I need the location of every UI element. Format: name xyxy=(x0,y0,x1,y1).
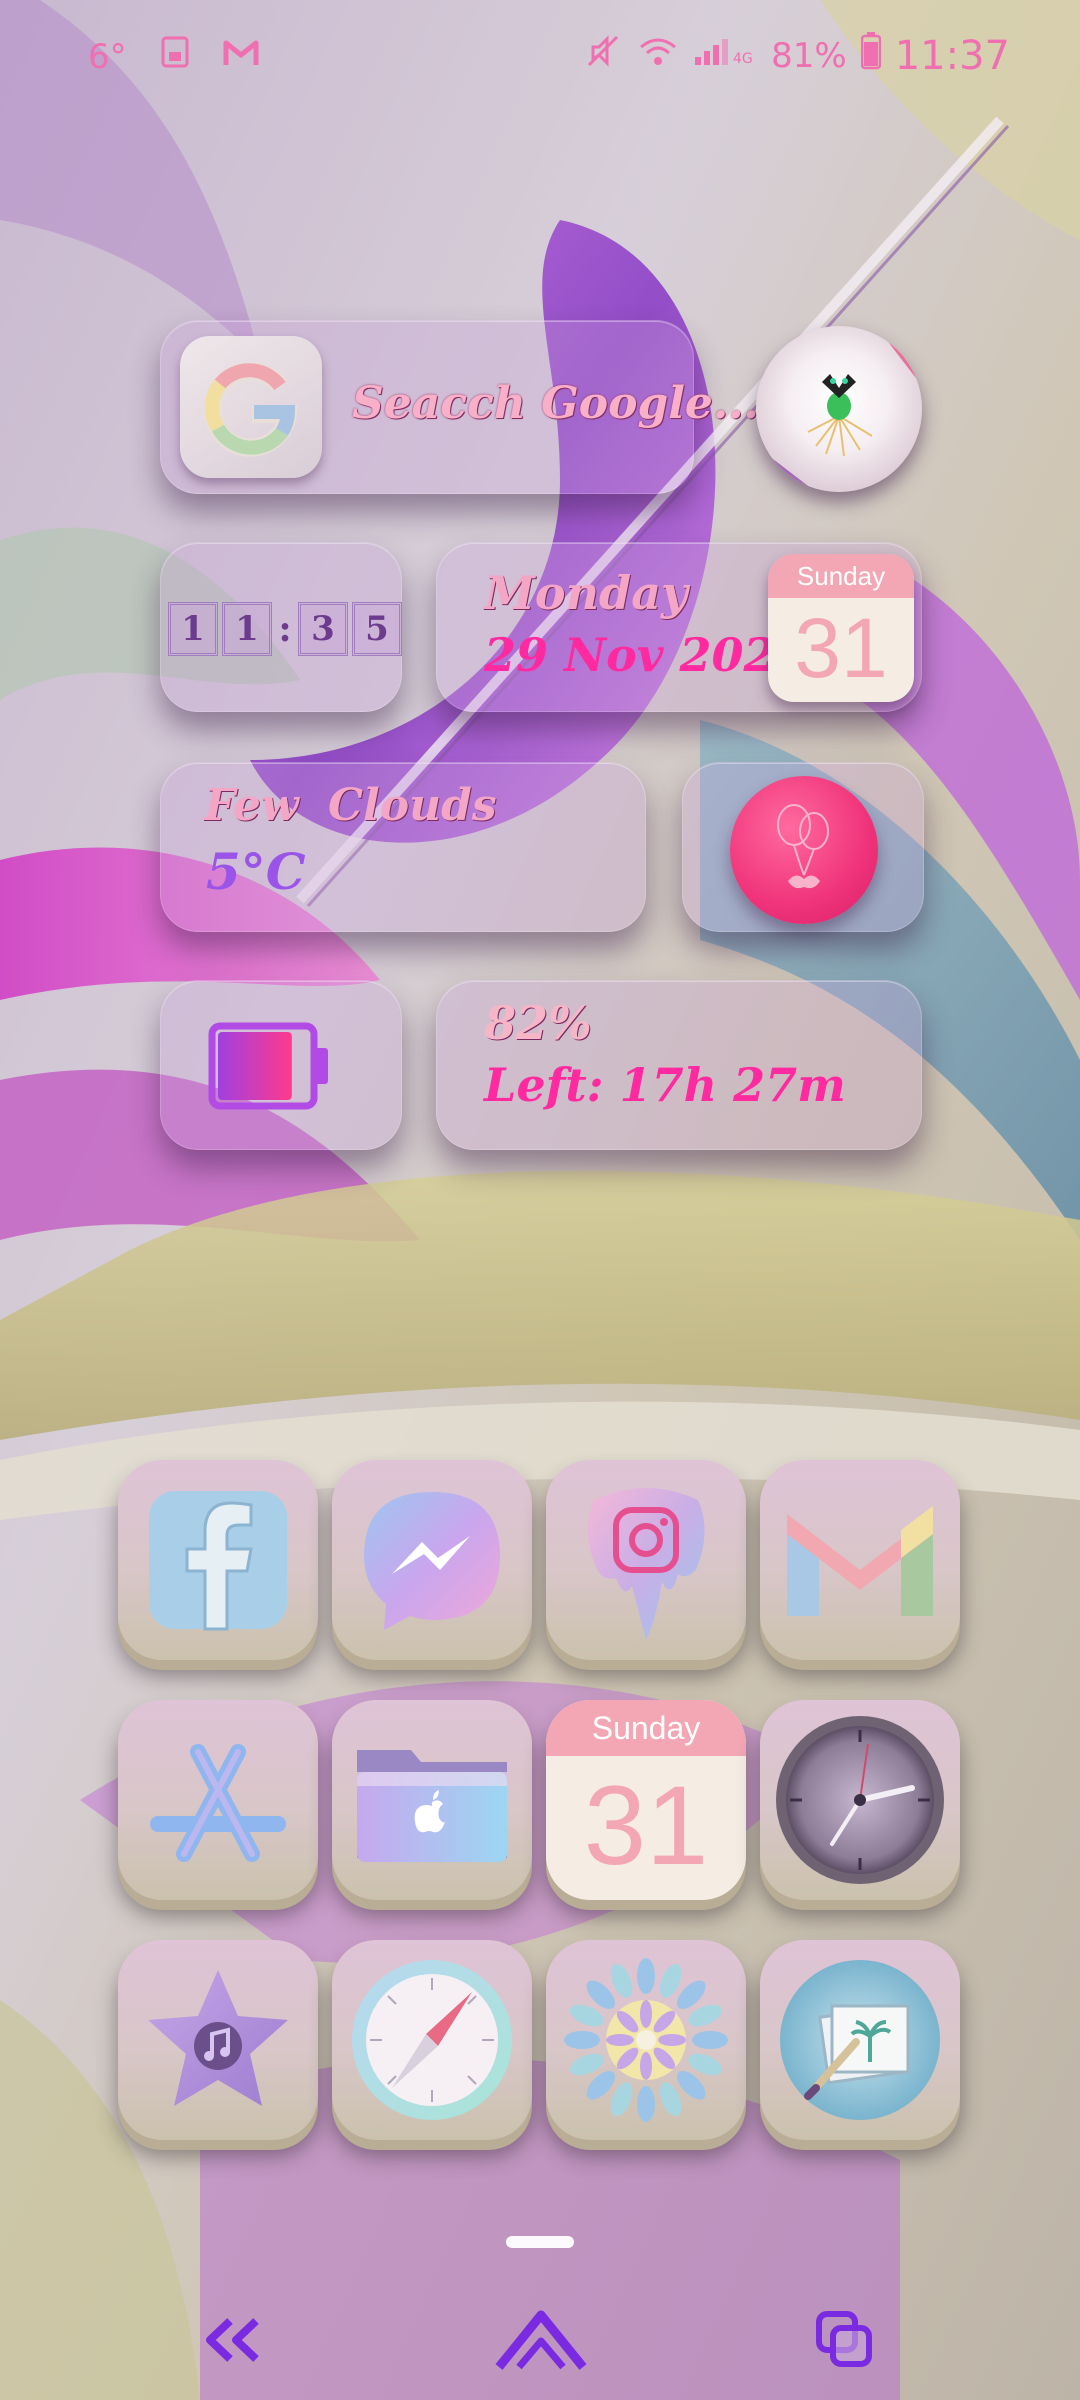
home-triangle-icon xyxy=(495,2310,587,2370)
clock-colon: : xyxy=(278,608,292,650)
weather-temperature: 5°C xyxy=(206,842,306,901)
balloons-icon[interactable] xyxy=(730,776,878,924)
status-bar: 6° 4G 81% 11:37 xyxy=(0,0,1080,110)
battery-level-icon xyxy=(208,1022,332,1114)
keynote-icon xyxy=(780,1960,940,2120)
svg-text:4G: 4G xyxy=(733,51,753,67)
search-label[interactable]: Seacch Google... xyxy=(352,378,759,429)
double-chevron-left-icon xyxy=(206,2318,259,2362)
flower-photo-widget[interactable] xyxy=(756,326,922,492)
gmail-icon xyxy=(223,37,259,77)
status-bar-right: 4G 81% 11:37 xyxy=(585,32,1010,79)
messenger-app[interactable] xyxy=(332,1460,532,1660)
flower-icon xyxy=(564,1958,728,2122)
battery-percent: 81% xyxy=(771,35,847,76)
battery-percent-label: 82% xyxy=(484,996,592,1050)
recents-icon xyxy=(816,2311,872,2367)
day-of-week: Monday xyxy=(484,566,688,620)
clock-digit: 3 xyxy=(298,602,348,656)
home-button[interactable] xyxy=(486,2300,596,2380)
calendar-widget[interactable]: Sunday 31 xyxy=(768,554,914,702)
home-indicator[interactable] xyxy=(506,2236,574,2248)
mute-icon xyxy=(585,33,623,78)
compass-icon xyxy=(352,1960,512,2120)
clock-digit: 5 xyxy=(352,602,402,656)
calendar-app-day-number: 31 xyxy=(583,1763,709,1888)
clock-digit: 1 xyxy=(168,602,218,656)
calendar-app[interactable]: Sunday 31 xyxy=(546,1700,746,1900)
battery-fill xyxy=(218,1032,292,1100)
temperature-indicator: 6° xyxy=(88,36,127,77)
wifi-call-icon xyxy=(637,33,679,78)
star-music-icon xyxy=(148,1970,288,2106)
instagram-app[interactable] xyxy=(546,1460,746,1660)
safari-app[interactable] xyxy=(332,1940,532,2140)
clock-app[interactable] xyxy=(760,1700,960,1900)
keynote-app[interactable] xyxy=(760,1940,960,2140)
clock-digit: 1 xyxy=(222,602,272,656)
files-app[interactable] xyxy=(332,1700,532,1900)
gmail-app[interactable] xyxy=(760,1460,960,1660)
facebook-app[interactable] xyxy=(118,1460,318,1660)
recents-button[interactable] xyxy=(790,2300,900,2380)
weather-description: Few Clouds xyxy=(204,780,497,831)
signal-icon: 4G xyxy=(693,33,757,78)
calendar-icon: Sunday 31 xyxy=(546,1700,746,1900)
facebook-icon xyxy=(149,1491,287,1631)
photos-app[interactable] xyxy=(546,1940,746,2140)
battery-icon xyxy=(860,32,881,79)
app-store-icon xyxy=(150,1744,286,1862)
status-bar-left: 6° xyxy=(88,34,259,79)
folder-icon xyxy=(357,1750,507,1862)
clock-digits: 1 1 : 3 5 xyxy=(168,602,402,656)
calendar-day-number: 31 xyxy=(794,601,888,695)
calendar-app-day-name: Sunday xyxy=(546,1700,746,1756)
messenger-icon xyxy=(364,1492,500,1630)
calendar-day-name: Sunday xyxy=(768,554,914,598)
itunes-store-app[interactable] xyxy=(118,1940,318,2140)
clock-icon xyxy=(776,1716,944,1884)
battery-time-left: Left: 17h 27m xyxy=(484,1058,846,1112)
sim-card-icon xyxy=(157,34,193,79)
gmail-icon xyxy=(787,1506,933,1616)
back-button[interactable] xyxy=(180,2300,290,2380)
status-bar-time: 11:37 xyxy=(894,32,1010,79)
full-date: 29 Nov 2021 xyxy=(484,628,808,682)
instagram-icon xyxy=(588,1488,705,1640)
google-g-icon[interactable] xyxy=(180,336,322,478)
app-store-app[interactable] xyxy=(118,1700,318,1900)
